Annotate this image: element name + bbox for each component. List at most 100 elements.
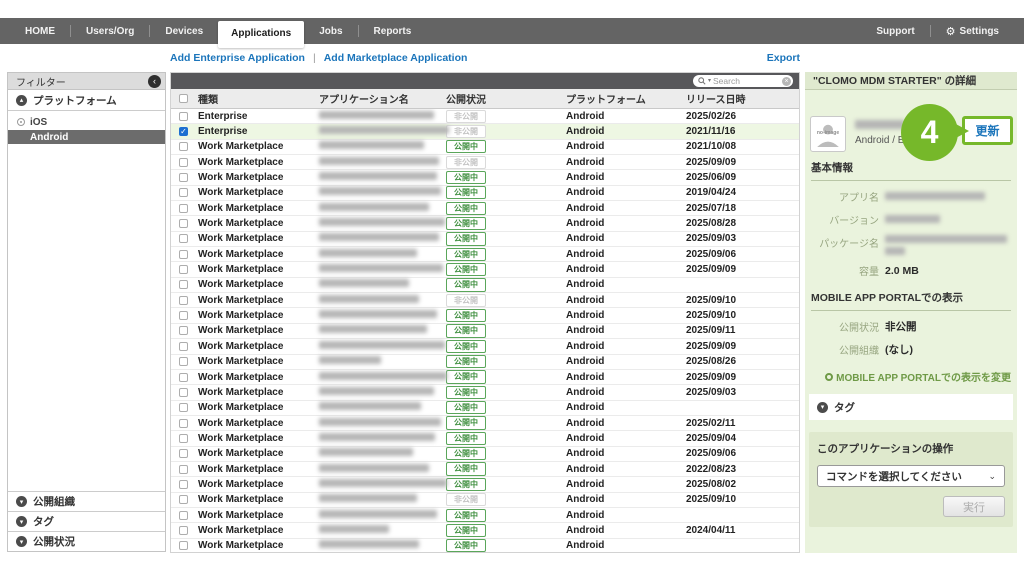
action-links-row: Add Enterprise Application | Add Marketp… [170,52,800,64]
row-checkbox[interactable]: ✓ [179,480,188,489]
table-row[interactable]: ✓ Work Marketplace 公開中 Android [171,401,799,416]
redacted-app-name [319,540,419,548]
table-row[interactable]: ✓ Work Marketplace 公開中 Android 2025/08/0… [171,477,799,492]
table-row[interactable]: ✓ Work Marketplace 公開中 Android 2025/09/0… [171,431,799,446]
table-row[interactable]: ✓ Work Marketplace 公開中 Android 2025/08/2… [171,355,799,370]
table-row[interactable]: ✓ Work Marketplace 非公開 Android 2025/09/1… [171,293,799,308]
search-clear-icon[interactable]: × [782,77,791,86]
column-header-platform[interactable]: プラットフォーム [566,91,686,106]
nav-item-devices[interactable]: Devices [150,26,218,37]
table-row[interactable]: ✓ Work Marketplace 公開中 Android [171,508,799,523]
row-checkbox[interactable]: ✓ [179,495,188,504]
column-header-release-date[interactable]: リリース日時 [686,91,799,106]
status-badge: 公開中 [446,462,486,475]
table-row[interactable]: ✓ Work Marketplace 公開中 Android [171,278,799,293]
table-row[interactable]: ✓ Work Marketplace 公開中 Android 2025/09/1… [171,324,799,339]
table-row[interactable]: ✓ Work Marketplace 非公開 Android 2025/09/0… [171,155,799,170]
row-checkbox[interactable]: ✓ [179,219,188,228]
table-row[interactable]: ✓ Work Marketplace 公開中 Android [171,539,799,552]
column-header-status[interactable]: 公開状況 [446,91,566,106]
row-checkbox[interactable]: ✓ [179,204,188,213]
nav-item-applications[interactable]: Applications [218,21,304,48]
tag-section-header[interactable]: ▾ タグ [809,394,1013,420]
row-checkbox[interactable]: ✓ [179,250,188,259]
row-checkbox[interactable]: ✓ [179,511,188,520]
table-row[interactable]: ✓ Work Marketplace 公開中 Android 2022/08/2… [171,462,799,477]
row-checkbox[interactable]: ✓ [179,526,188,535]
search-input[interactable]: ▾ Search × [693,75,793,87]
table-row[interactable]: ✓ Work Marketplace 公開中 Android 2025/09/0… [171,447,799,462]
table-row[interactable]: ✓ Work Marketplace 公開中 Android 2025/09/0… [171,339,799,354]
table-row[interactable]: ✓ Work Marketplace 公開中 Android 2025/09/0… [171,370,799,385]
row-checkbox[interactable]: ✓ [179,158,188,167]
sidebar-collapse-button[interactable]: ‹ [148,75,161,88]
table-row[interactable]: ✓ Work Marketplace 公開中 Android 2021/10/0… [171,140,799,155]
release-date: 2025/09/10 [686,310,799,321]
row-checkbox[interactable]: ✓ [179,112,188,121]
column-header-app-name[interactable]: アプリケーション名 [319,91,446,106]
section-publish-status[interactable]: ▾ 公開状況 [8,531,165,551]
row-checkbox[interactable]: ✓ [179,357,188,366]
table-row[interactable]: ✓ Work Marketplace 公開中 Android 2025/09/0… [171,232,799,247]
row-checkbox[interactable]: ✓ [179,465,188,474]
table-row[interactable]: ✓ Work Marketplace 公開中 Android 2024/04/1… [171,523,799,538]
row-checkbox[interactable]: ✓ [179,342,188,351]
table-row[interactable]: ✓ Work Marketplace 公開中 Android 2025/08/2… [171,216,799,231]
row-checkbox[interactable]: ✓ [179,541,188,550]
row-checkbox[interactable]: ✓ [179,142,188,151]
table-row[interactable]: ✓ Work Marketplace 公開中 Android 2025/09/1… [171,308,799,323]
nav-item-reports[interactable]: Reports [359,26,427,37]
select-all-checkbox[interactable]: ✓ [179,94,188,103]
table-row[interactable]: ✓ Work Marketplace 公開中 Android 2025/09/0… [171,262,799,277]
export-link[interactable]: Export [767,52,800,64]
row-checkbox[interactable]: ✓ [179,403,188,412]
redacted-app-name [855,120,905,129]
command-select[interactable]: コマンドを選択してください ⌄ [817,465,1005,487]
table-row[interactable]: ✓ Enterprise 非公開 Android 2025/02/26 [171,109,799,124]
row-checkbox[interactable]: ✓ [179,173,188,182]
row-checkbox[interactable]: ✓ [179,280,188,289]
nav-item-jobs[interactable]: Jobs [304,26,357,37]
table-row[interactable]: ✓ Enterprise 非公開 Android 2021/11/16 [171,124,799,139]
search-scope-caret-icon[interactable]: ▾ [708,78,711,84]
row-checkbox[interactable]: ✓ [179,388,188,397]
column-header-type[interactable]: 種類 [198,91,319,106]
section-publish-org[interactable]: ▾ 公開組織 [8,491,165,511]
platform: Android [566,233,686,244]
row-checkbox[interactable]: ✓ [179,373,188,382]
row-checkbox[interactable]: ✓ [179,234,188,243]
release-date: 2025/02/11 [686,418,799,429]
row-checkbox[interactable]: ✓ [179,326,188,335]
table-row[interactable]: ✓ Work Marketplace 非公開 Android 2025/09/1… [171,493,799,508]
nav-item-support[interactable]: Support [861,26,929,37]
platform: Android [566,525,686,536]
row-checkbox[interactable]: ✓ [179,265,188,274]
table-row[interactable]: ✓ Work Marketplace 公開中 Android 2019/04/2… [171,186,799,201]
table-row[interactable]: ✓ Work Marketplace 公開中 Android 2025/07/1… [171,201,799,216]
sidebar-item-android[interactable]: Android [8,130,165,144]
add-enterprise-application-link[interactable]: Add Enterprise Application [170,52,305,64]
row-checkbox[interactable]: ✓ [179,127,188,136]
section-tags[interactable]: ▾ タグ [8,511,165,531]
table-row[interactable]: ✓ Work Marketplace 公開中 Android 2025/09/0… [171,247,799,262]
nav-item-home[interactable]: HOME [10,26,70,37]
row-checkbox[interactable]: ✓ [179,296,188,305]
table-row[interactable]: ✓ Work Marketplace 公開中 Android 2025/09/0… [171,385,799,400]
row-checkbox[interactable]: ✓ [179,188,188,197]
add-marketplace-application-link[interactable]: Add Marketplace Application [324,52,468,64]
portal-display-change-link[interactable]: MOBILE APP PORTALでの表示を変更 [811,369,1011,384]
section-platform[interactable]: ▴ プラットフォーム [8,90,165,111]
nav-item-users-org[interactable]: Users/Org [71,26,149,37]
row-checkbox[interactable]: ✓ [179,311,188,320]
table-row[interactable]: ✓ Work Marketplace 公開中 Android 2025/06/0… [171,170,799,185]
redacted-value [885,247,905,255]
sidebar-item-ios[interactable]: iOS [8,114,165,130]
table-row[interactable]: ✓ Work Marketplace 公開中 Android 2025/02/1… [171,416,799,431]
nav-item-settings[interactable]: ⚙ Settings [931,25,1014,38]
update-button[interactable]: 更新 [962,116,1013,145]
execute-button[interactable]: 実行 [943,496,1005,517]
row-checkbox[interactable]: ✓ [179,449,188,458]
chevron-down-circle-icon: ▾ [16,536,27,547]
row-checkbox[interactable]: ✓ [179,434,188,443]
row-checkbox[interactable]: ✓ [179,419,188,428]
